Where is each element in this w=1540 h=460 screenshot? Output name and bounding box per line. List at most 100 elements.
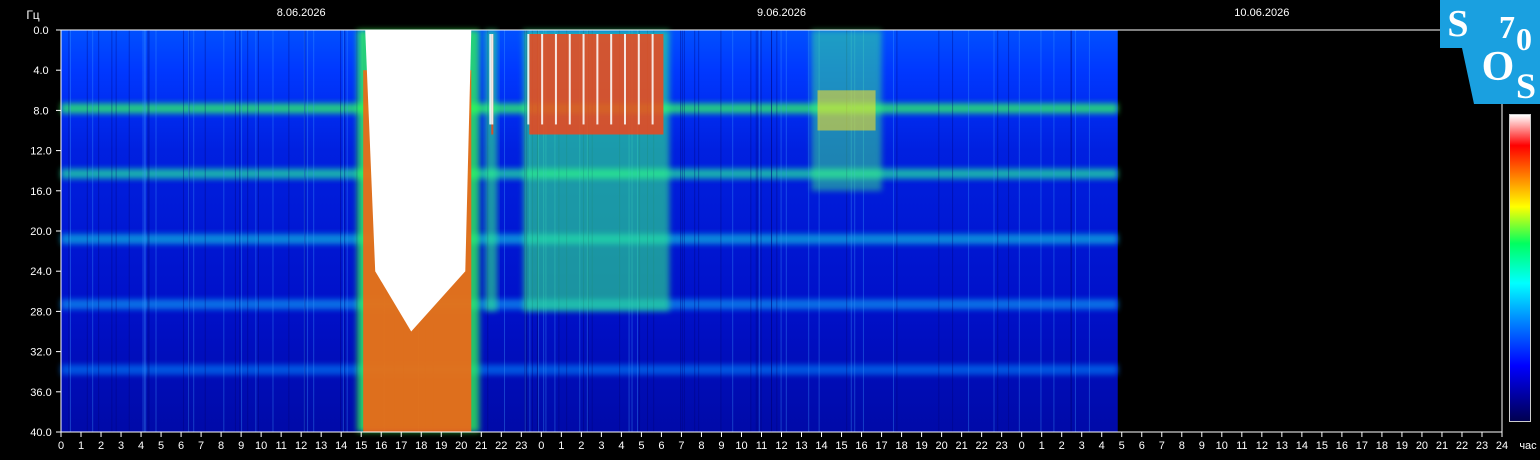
x-tick-label: 1	[78, 440, 84, 452]
noise-streak	[239, 30, 241, 432]
noise-streak	[145, 30, 147, 432]
noise-streak	[1074, 30, 1076, 432]
x-tick-label: 13	[795, 440, 807, 452]
x-tick-label: 16	[375, 440, 387, 452]
sos70-logo: S 7 0 O S	[1440, 0, 1540, 106]
y-tick-label: 12.0	[30, 146, 51, 158]
x-tick-label: 8	[1179, 440, 1185, 452]
noise-streak	[755, 30, 757, 432]
x-tick-label: 22	[976, 440, 988, 452]
x-tick-label: 6	[1139, 440, 1145, 452]
noise-streak	[758, 30, 760, 432]
x-tick-label: 6	[178, 440, 184, 452]
spectrogram-chart: 0.0 4.0 8.0 12.0 16.0 20.0 24.0 28.0 32.0 36.0 40.…	[26, 7, 1537, 452]
x-tick-label: 18	[415, 440, 427, 452]
noise-streak	[144, 30, 146, 432]
x-tick-label: 20	[1416, 440, 1428, 452]
x-tick-label: 15	[1316, 440, 1328, 452]
x-tick-label: 0	[538, 440, 544, 452]
x-tick-label: 9	[238, 440, 244, 452]
x-tick-label: 8	[698, 440, 704, 452]
noise-streak	[1008, 30, 1010, 432]
x-axis: 0 1 2 3 4 5 6 7 8 9 10 11 12 13 14 15 16 17 18 19 20 21 22 23 0 1…	[58, 432, 1508, 452]
noise-streak	[304, 30, 306, 432]
noise-streak	[155, 30, 157, 432]
x-tick-label: 2	[1059, 440, 1065, 452]
x-tick-label: 3	[1079, 440, 1085, 452]
x-tick-label: 19	[915, 440, 927, 452]
x-tick-label: 3	[118, 440, 124, 452]
noise-streak	[255, 30, 257, 432]
noise-streak	[504, 30, 506, 432]
x-tick-label: 13	[315, 440, 327, 452]
burst-streak	[489, 34, 492, 125]
burst-streak	[491, 34, 494, 125]
noise-streak	[147, 30, 149, 432]
x-tick-label: 13	[1276, 440, 1288, 452]
y-tick-label: 32.0	[30, 347, 51, 359]
x-tick-label: 18	[1376, 440, 1388, 452]
logo-letter-7: 7	[1499, 9, 1515, 45]
noise-streak	[86, 30, 88, 432]
x-tick-label: 0	[58, 440, 64, 452]
x-tick-label: 11	[756, 440, 767, 452]
noise-streak	[346, 30, 348, 432]
x-tick-label: 10	[735, 440, 747, 452]
noise-streak	[223, 30, 225, 432]
x-tick-label: 5	[1119, 440, 1125, 452]
noise-streak	[938, 30, 940, 432]
noise-streak	[193, 30, 195, 432]
noise-streak	[1053, 30, 1055, 432]
noise-streak	[750, 30, 752, 432]
burst-streak	[527, 34, 530, 125]
noise-streak	[69, 30, 71, 432]
burst-streak	[596, 34, 599, 125]
y-tick-label: 24.0	[30, 266, 51, 278]
noise-streak	[92, 30, 94, 432]
noise-streak	[1040, 30, 1042, 432]
x-tick-label: 23	[1476, 440, 1488, 452]
noise-streak	[98, 30, 100, 432]
x-tick-label: 2	[578, 440, 584, 452]
y-tick-label: 36.0	[30, 387, 51, 399]
y-axis: 0.0 4.0 8.0 12.0 16.0 20.0 24.0 28.0 32.0 36.0 40.…	[30, 25, 61, 439]
x-tick-label: 14	[815, 440, 827, 452]
y-tick-label: 28.0	[30, 306, 51, 318]
burst-streak	[568, 34, 571, 125]
x-tick-label: 23	[515, 440, 527, 452]
noise-streak	[257, 30, 259, 432]
noise-streak	[1088, 30, 1090, 432]
noise-streak	[694, 30, 696, 432]
noise-streak	[785, 30, 787, 432]
burst-streak	[610, 34, 613, 125]
x-tick-label: 20	[935, 440, 947, 452]
x-tick-label: 1	[558, 440, 564, 452]
x-tick-label: 0	[1019, 440, 1025, 452]
noise-streak	[683, 30, 685, 432]
x-tick-label: 10	[1216, 440, 1228, 452]
noise-streak	[307, 30, 309, 432]
burst-streak	[637, 34, 640, 125]
x-tick-label: 18	[895, 440, 907, 452]
x-tick-label: 2	[98, 440, 104, 452]
x-tick-label: 22	[495, 440, 507, 452]
noise-streak	[340, 30, 342, 432]
x-tick-label: 3	[598, 440, 604, 452]
x-tick-label: 7	[678, 440, 684, 452]
y-tick-label: 20.0	[30, 226, 51, 238]
x-tick-label: 14	[1296, 440, 1308, 452]
noise-streak	[1018, 30, 1020, 432]
x-tick-label: 4	[138, 440, 144, 452]
x-tick-label: 24	[1496, 440, 1508, 452]
burst-streak	[623, 34, 626, 125]
burst-streak	[541, 34, 544, 125]
noise-streak	[757, 30, 759, 432]
noise-streak	[342, 30, 344, 432]
logo-letter-o: O	[1482, 44, 1515, 90]
x-tick-label: 5	[638, 440, 644, 452]
burst-core	[817, 90, 876, 131]
x-tick-label: 7	[198, 440, 204, 452]
color-scale-bar	[1509, 114, 1531, 422]
y-tick-label: 0.0	[33, 25, 48, 37]
noise-streak	[732, 30, 734, 432]
